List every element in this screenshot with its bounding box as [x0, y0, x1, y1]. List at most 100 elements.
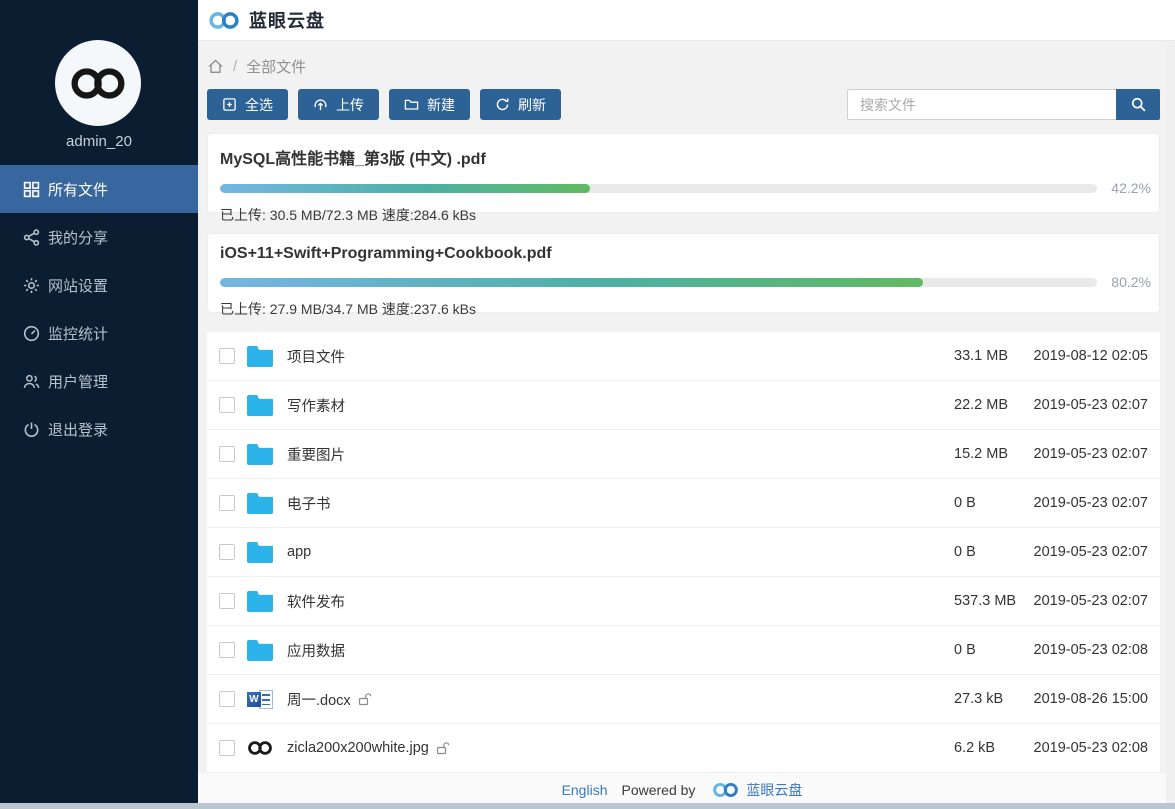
- brand-logo-icon: [209, 11, 239, 29]
- folder-outline-icon: [404, 99, 419, 110]
- select-all-label: 全选: [245, 96, 273, 113]
- search-input[interactable]: [847, 89, 1116, 120]
- file-type-icon: W: [247, 345, 273, 367]
- row-checkbox[interactable]: [219, 593, 235, 609]
- progress-percent: 80.2%: [1111, 274, 1151, 290]
- main-content: / 全部文件 全选 上传 新建 刷新 搜索文件 MySQL高性能书籍_第3版 (…: [198, 41, 1166, 806]
- file-date: 2019-05-23 02:07: [1033, 397, 1149, 413]
- upload-filename: iOS+11+Swift+Programming+Cookbook.pdf: [220, 245, 552, 262]
- grid-icon: [23, 181, 40, 197]
- language-link[interactable]: English: [562, 782, 608, 798]
- row-checkbox[interactable]: [219, 495, 235, 511]
- file-date: 2019-05-23 02:08: [1033, 740, 1149, 756]
- row-checkbox[interactable]: [219, 446, 235, 462]
- file-name[interactable]: zicla200x200white.jpg: [287, 740, 954, 756]
- sidebar-item-label: 退出登录: [48, 421, 109, 439]
- file-date: 2019-05-23 02:07: [1033, 593, 1149, 609]
- row-checkbox[interactable]: [219, 642, 235, 658]
- folder-icon: [247, 492, 273, 514]
- file-date: 2019-05-23 02:08: [1033, 642, 1149, 658]
- file-size: 22.2 MB: [954, 397, 1008, 413]
- search-button[interactable]: [1116, 89, 1160, 120]
- bottom-strip: [0, 803, 1175, 809]
- sidebar: admin_20 所有文件 我的分享 网站设置 监控统计 用户管理 退出登录: [0, 0, 198, 803]
- select-all-button[interactable]: 全选: [207, 89, 288, 120]
- file-row[interactable]: W 周一.docx 27.3 kB 2019-08-26 15:00: [207, 675, 1160, 724]
- logo-infinity-icon: [71, 67, 125, 99]
- file-name[interactable]: 项目文件: [287, 346, 954, 367]
- progress-track: [220, 183, 1097, 193]
- progress-fill: [220, 183, 591, 193]
- folder-icon: [247, 443, 273, 465]
- file-date: 2019-05-23 02:07: [1033, 544, 1149, 560]
- progress-percent: 42.2%: [1111, 180, 1151, 196]
- row-checkbox[interactable]: [219, 397, 235, 413]
- file-row[interactable]: W 软件发布: [207, 577, 1160, 626]
- folder-icon: [247, 541, 273, 563]
- file-date: 2019-08-26 15:00: [1033, 691, 1149, 707]
- file-row[interactable]: W app: [207, 528, 1160, 577]
- upload-card: iOS+11+Swift+Programming+Cookbook.pdf 80…: [207, 233, 1160, 317]
- file-name[interactable]: 电子书: [287, 493, 954, 514]
- refresh-button[interactable]: 刷新: [480, 89, 561, 120]
- sidebar-item-label: 所有文件: [48, 181, 109, 199]
- image-thumbnail-icon: [247, 740, 273, 756]
- sidebar-item-site-settings[interactable]: 网站设置: [0, 261, 198, 309]
- vertical-scrollbar[interactable]: [1166, 41, 1175, 803]
- upload-card: MySQL高性能书籍_第3版 (中文) .pdf 42.2% 已上传: 30.5…: [207, 133, 1160, 223]
- file-list: W 项目文件: [207, 332, 1160, 773]
- breadcrumb-separator: /: [233, 58, 238, 75]
- file-row[interactable]: W 写作素材: [207, 381, 1160, 430]
- upload-button[interactable]: 上传: [298, 89, 379, 120]
- folder-icon: [247, 345, 273, 367]
- file-size: 537.3 MB: [954, 593, 1017, 609]
- file-size: 33.1 MB: [954, 348, 1008, 364]
- folder-icon: [247, 590, 273, 612]
- row-checkbox[interactable]: [219, 544, 235, 560]
- username: admin_20: [66, 133, 132, 150]
- plus-square-icon: [223, 98, 236, 111]
- search-box: [847, 89, 1160, 120]
- file-name[interactable]: 重要图片: [287, 444, 954, 465]
- upload-icon: [314, 99, 327, 111]
- topbar: 蓝眼云盘: [198, 0, 1175, 41]
- sidebar-item-user-management[interactable]: 用户管理: [0, 357, 198, 405]
- file-name[interactable]: 周一.docx: [287, 689, 954, 710]
- sidebar-item-label: 网站设置: [48, 277, 109, 295]
- row-checkbox[interactable]: [219, 348, 235, 364]
- file-name[interactable]: 软件发布: [287, 591, 954, 612]
- file-row[interactable]: W 重要图片: [207, 430, 1160, 479]
- upload-cards: MySQL高性能书籍_第3版 (中文) .pdf 42.2% 已上传: 30.5…: [207, 133, 1160, 317]
- sidebar-item-all-files[interactable]: 所有文件: [0, 165, 198, 213]
- file-name[interactable]: 写作素材: [287, 395, 954, 416]
- brand-link[interactable]: 蓝眼云盘: [746, 780, 802, 800]
- file-date: 2019-05-23 02:07: [1033, 495, 1149, 511]
- power-icon: [24, 422, 39, 437]
- sidebar-item-my-shares[interactable]: 我的分享: [0, 213, 198, 261]
- row-checkbox[interactable]: [219, 740, 235, 756]
- sidebar-item-logout[interactable]: 退出登录: [0, 405, 198, 453]
- progress-bar: 80.2%: [220, 274, 1151, 290]
- file-row[interactable]: W 项目文件: [207, 332, 1160, 381]
- word-doc-icon: W: [247, 689, 273, 710]
- footer: English Powered by 蓝眼云盘: [198, 773, 1166, 806]
- file-type-icon: W: [247, 688, 273, 710]
- breadcrumb-current: 全部文件: [246, 59, 307, 76]
- sidebar-item-monitor-stats[interactable]: 监控统计: [0, 309, 198, 357]
- home-icon[interactable]: [207, 58, 224, 75]
- file-type-icon: W: [247, 394, 273, 416]
- file-row[interactable]: W zicla200x200white.jpg: [207, 724, 1160, 773]
- progress-track: [220, 277, 1097, 287]
- sidebar-item-label: 用户管理: [48, 373, 109, 391]
- file-name[interactable]: app: [287, 544, 954, 560]
- file-name[interactable]: 应用数据: [287, 640, 954, 661]
- file-row[interactable]: W 应用数据: [207, 626, 1160, 675]
- footer-logo-icon: [712, 782, 739, 798]
- create-button[interactable]: 新建: [389, 89, 470, 120]
- users-icon: [23, 374, 40, 388]
- row-checkbox[interactable]: [219, 691, 235, 707]
- powered-by-label: Powered by: [621, 781, 696, 798]
- file-size: 0 B: [954, 544, 976, 560]
- file-size: 27.3 kB: [954, 691, 1004, 707]
- file-row[interactable]: W 电子书: [207, 479, 1160, 528]
